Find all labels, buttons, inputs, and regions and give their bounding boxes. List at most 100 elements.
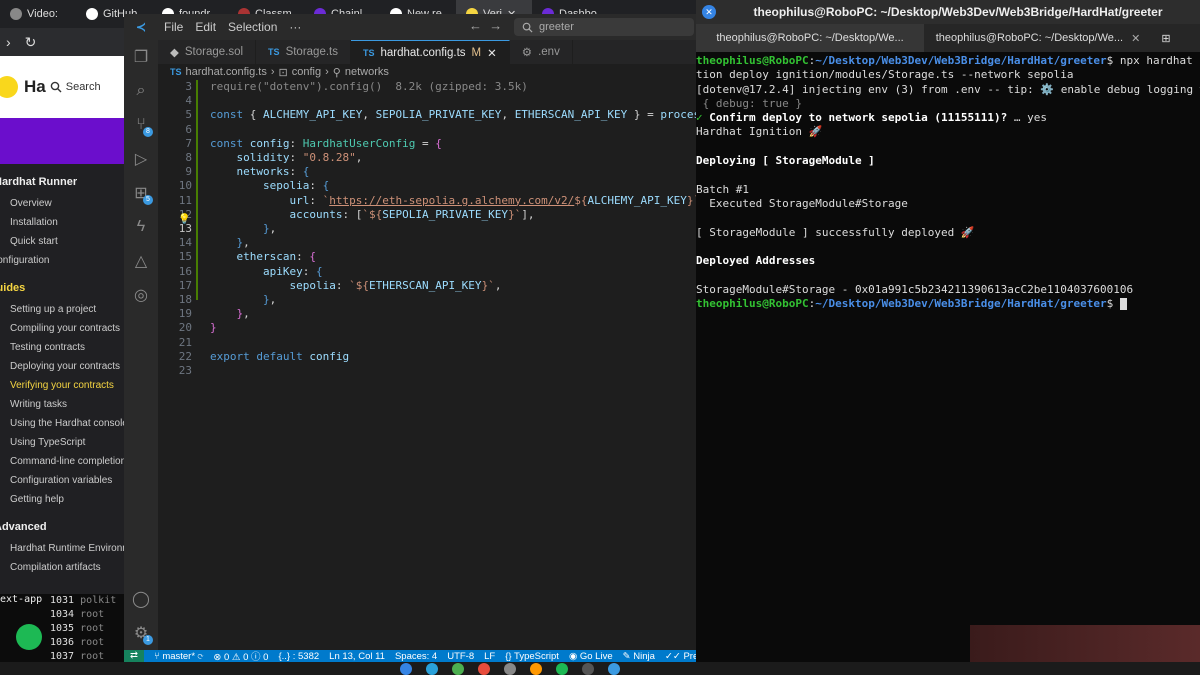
browser-tab[interactable]: Video: — [0, 0, 76, 28]
breadcrumb-item[interactable]: networks — [345, 66, 389, 78]
files-icon[interactable] — [400, 663, 412, 675]
account-icon[interactable]: ◯ — [124, 582, 158, 616]
sidebar-item[interactable]: Setting up a project — [0, 300, 130, 319]
reload-icon[interactable]: ↻ — [25, 34, 37, 51]
tab-hardhat-config[interactable]: TS hardhat.config.ts M ✕ — [350, 40, 510, 64]
sidebar-item[interactable]: Installation — [0, 213, 130, 232]
line-number: 17 — [178, 278, 192, 292]
terminal-icon[interactable] — [582, 663, 594, 675]
problems-indicator[interactable]: ⊗ 0 ⚠ 0 ⓘ 0 — [213, 650, 268, 662]
indentation[interactable]: Spaces: 4 — [395, 651, 437, 662]
process-list: 1031 polkit 1034 root 1035 root 1036 roo… — [50, 594, 116, 664]
solidity-file-icon: ◆ — [170, 47, 179, 59]
thunder-client-icon[interactable]: ϟ — [124, 210, 158, 244]
typescript-file-icon: TS — [170, 67, 182, 77]
language-mode[interactable]: {} TypeScript — [505, 651, 559, 662]
sidebar-item[interactable]: Using the Hardhat console — [0, 414, 130, 433]
sidebar-item[interactable]: Using TypeScript — [0, 433, 130, 452]
menu-file[interactable]: File — [158, 20, 189, 34]
source-control-icon[interactable]: ⑂ 8 — [124, 108, 158, 142]
process-row[interactable]: 1036 root — [50, 636, 116, 650]
sidebar-item[interactable]: Command-line completion — [0, 452, 130, 471]
search-icon[interactable]: ⌕ — [124, 74, 158, 108]
settings-badge: 1 — [143, 635, 153, 645]
code-content: require("dotenv").config() 8.2k (gzipped… — [210, 80, 696, 363]
arrow-left-icon[interactable]: ← — [469, 18, 482, 33]
settings-gear-icon[interactable]: ⚙ 1 — [124, 616, 158, 650]
sidebar-item[interactable]: Testing contracts — [0, 338, 130, 357]
double-check-icon: ✓✓ — [664, 650, 681, 662]
sidebar-item[interactable]: Writing tasks — [0, 395, 130, 414]
site-header: Ha Search — [0, 56, 130, 118]
explorer-icon[interactable]: ❐ — [124, 40, 158, 74]
code-editor[interactable]: 3 4 5 6 7 8 9 10 11 12 13 14 15 16 17 18 19 20 21 22 23 💡 re… — [158, 80, 696, 650]
desktop: { "browser": { "tabs": [ {"label": "Vide… — [0, 0, 1200, 675]
lightbulb-icon[interactable]: 💡 — [178, 213, 190, 227]
arrow-right-icon[interactable]: → — [489, 18, 502, 33]
menu-more[interactable]: ··· — [283, 20, 307, 34]
alien-icon[interactable]: ◎ — [124, 278, 158, 312]
extensions-badge: 5 — [143, 195, 153, 205]
terminal-titlebar: ✕ theophilus@RoboPC: ~/Desktop/Web3Dev/W… — [696, 0, 1200, 24]
site-search-button[interactable]: Search — [50, 81, 101, 93]
broadcast-icon: ◉ — [568, 650, 578, 662]
app-icon[interactable] — [504, 663, 516, 675]
prettier-button[interactable]: ✓✓ Prettier — [665, 651, 696, 662]
sidebar-section-title: Guides — [0, 282, 26, 294]
app-icon[interactable] — [530, 663, 542, 675]
terminal-output[interactable]: theophilus@RoboPC:~/Desktop/Web3Dev/Web3… — [696, 54, 1200, 311]
sidebar-item[interactable]: Quick start — [0, 232, 130, 251]
sidebar-item[interactable]: Overview — [0, 194, 130, 213]
spotify-icon[interactable] — [556, 663, 568, 675]
sidebar-item[interactable]: Getting help — [0, 490, 130, 509]
tab-env[interactable]: ⚙ .env — [510, 40, 573, 64]
sidebar-item[interactable]: Hardhat Runtime Environment — [0, 539, 130, 558]
app-icon[interactable] — [478, 663, 490, 675]
process-row[interactable]: 1035 root — [50, 622, 116, 636]
line-endings[interactable]: LF — [484, 651, 495, 662]
status-right: Ln 13, Col 11 Spaces: 4 UTF-8 LF {} Type… — [329, 651, 696, 662]
go-live-button[interactable]: ◉ Go Live — [569, 651, 613, 662]
scm-badge: 8 — [143, 127, 153, 137]
new-tab-icon[interactable]: ⊞ — [1152, 32, 1180, 45]
sidebar-item[interactable]: Compilation artifacts — [0, 558, 130, 577]
filesize-indicator[interactable]: {..} : 5382 — [278, 651, 319, 662]
line-number: 19 — [178, 307, 192, 321]
tab-storage-sol[interactable]: ◆ Storage.sol — [158, 40, 257, 64]
line-number: 23 — [178, 364, 192, 378]
process-row[interactable]: 1031 polkit — [50, 594, 116, 608]
encoding[interactable]: UTF-8 — [447, 651, 474, 662]
breadcrumb-item[interactable]: hardhat.config.ts — [186, 66, 267, 78]
line-number: 20 — [178, 321, 192, 335]
sidebar-item[interactable]: Deploying your contracts — [0, 357, 130, 376]
vscode-icon[interactable] — [608, 663, 620, 675]
extensions-icon[interactable]: ⊞ 5 — [124, 176, 158, 210]
breadcrumb-item[interactable]: config — [292, 66, 321, 78]
line-number: 18 — [178, 293, 192, 307]
sidebar-item[interactable]: Configuration — [0, 251, 130, 270]
menu-edit[interactable]: Edit — [189, 20, 222, 34]
sidebar-item[interactable]: Compiling your contracts — [0, 319, 130, 338]
ninja-button[interactable]: ✎ Ninja — [623, 651, 655, 662]
run-debug-icon[interactable]: ▷ — [124, 142, 158, 176]
remote-indicator-icon[interactable]: ⇄ — [124, 650, 144, 662]
chevron-right-icon[interactable]: › — [6, 34, 11, 50]
spotify-icon[interactable] — [16, 624, 42, 650]
sidebar-item-active[interactable]: Verifying your contracts — [0, 376, 130, 395]
terminal-tab-active[interactable]: theophilus@RoboPC: ~/Desktop/We... — [696, 24, 924, 52]
branch-indicator[interactable]: ⑂ master* ⟳ — [154, 651, 203, 662]
close-icon[interactable]: ✕ — [1131, 32, 1140, 45]
telegram-icon[interactable] — [426, 663, 438, 675]
close-icon[interactable]: ✕ — [702, 5, 716, 19]
tab-storage-ts[interactable]: TS Storage.ts — [256, 40, 351, 64]
process-row[interactable]: 1034 root — [50, 608, 116, 622]
menu-selection[interactable]: Selection — [222, 20, 283, 34]
cursor-position[interactable]: Ln 13, Col 11 — [329, 651, 385, 662]
remote-explorer-icon[interactable]: △ — [124, 244, 158, 278]
site-title[interactable]: Ha — [24, 77, 46, 97]
app-icon[interactable] — [452, 663, 464, 675]
sidebar-item[interactable]: Configuration variables — [0, 471, 130, 490]
close-icon[interactable]: ✕ — [487, 46, 497, 60]
command-center-search[interactable]: greeter — [514, 18, 694, 36]
terminal-tab[interactable]: theophilus@RoboPC: ~/Desktop/We... ✕ — [924, 24, 1152, 52]
